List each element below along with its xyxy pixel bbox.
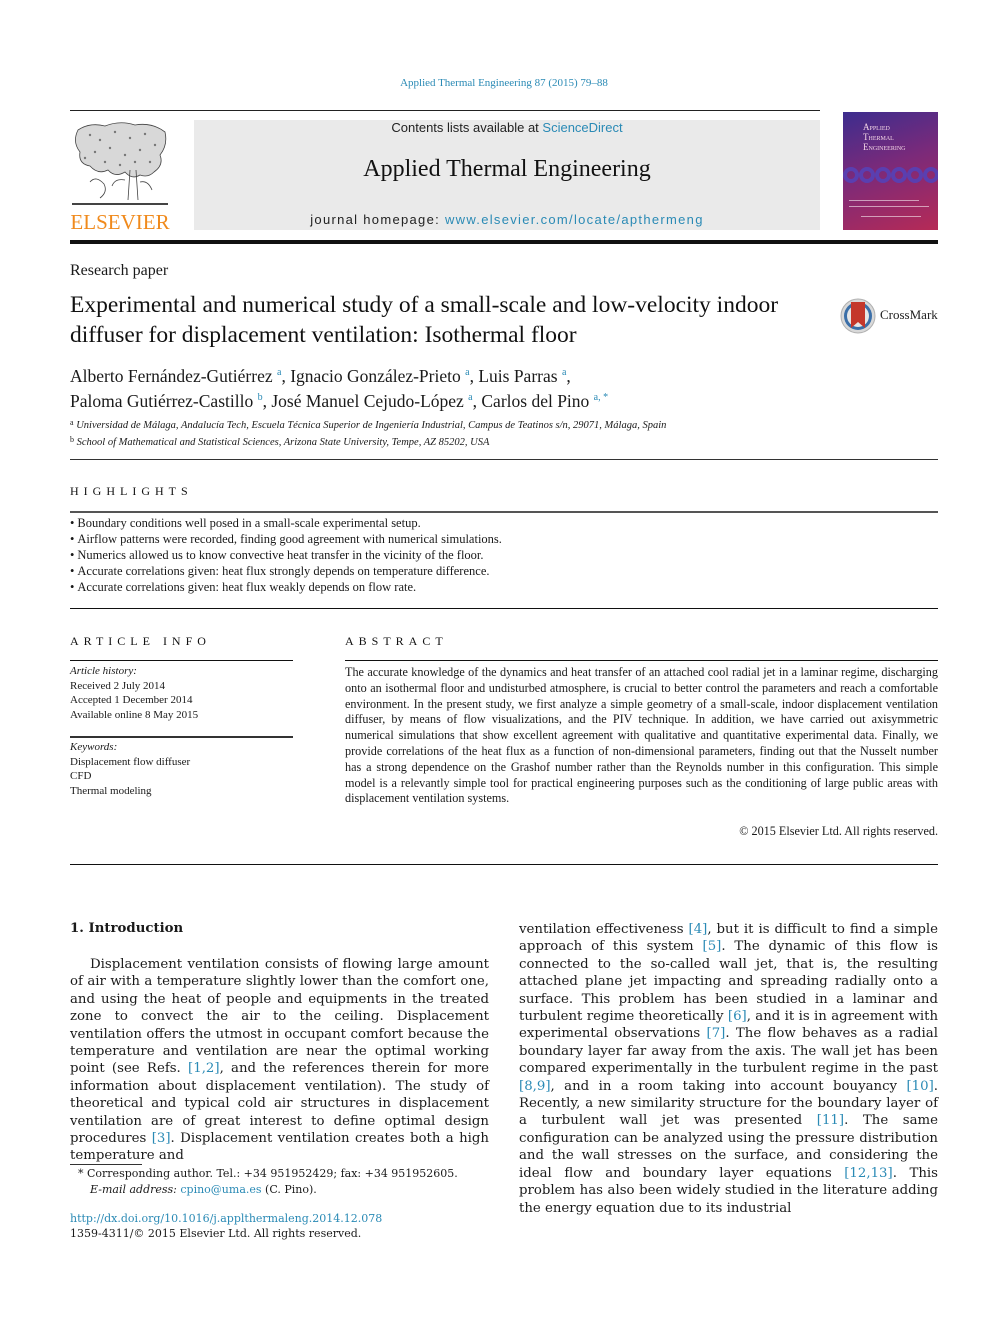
author-name[interactable]: Ignacio González-Prieto xyxy=(290,366,461,386)
journal-cover-image[interactable]: Applied Thermal Engineering xyxy=(843,112,938,230)
citation-ref-link[interactable]: [12,13] xyxy=(844,1166,892,1181)
sciencedirect-link[interactable]: ScienceDirect xyxy=(542,120,622,135)
citation-ref-link[interactable]: [7] xyxy=(707,1026,726,1041)
footnote-rule xyxy=(70,1164,142,1165)
homepage-link[interactable]: www.elsevier.com/locate/apthermeng xyxy=(445,212,704,227)
citation-ref-link[interactable]: [5] xyxy=(703,939,722,954)
author-separator: , xyxy=(566,366,571,386)
citation-ref-link[interactable]: [10] xyxy=(906,1079,933,1094)
history-label: Article history: xyxy=(70,665,137,677)
cover-decoration-icon xyxy=(843,167,938,183)
highlight-item: Accurate correlations given: heat flux s… xyxy=(70,563,930,579)
affiliation-item: a Universidad de Málaga, Andalucía Tech,… xyxy=(70,416,930,433)
highlight-item: Airflow patterns were recorded, finding … xyxy=(70,531,930,547)
email-link[interactable]: cpino@uma.es xyxy=(180,1183,261,1196)
author-name[interactable]: Paloma Gutiérrez-Castillo xyxy=(70,391,253,411)
keyword: Displacement flow diffuser xyxy=(70,755,191,768)
divider xyxy=(70,864,938,865)
accepted-date: Accepted 1 December 2014 xyxy=(70,694,193,706)
abstract-text: The accurate knowledge of the dynamics a… xyxy=(345,665,938,806)
divider xyxy=(70,511,938,513)
corresponding-text: Corresponding author. Tel.: +34 95195242… xyxy=(87,1167,458,1180)
elsevier-wordmark: ELSEVIER xyxy=(70,210,170,234)
cover-title-line: Applied xyxy=(863,122,890,132)
cover-title-line: Engineering xyxy=(863,142,906,152)
issn-copyright: 1359-4311/© 2015 Elsevier Ltd. All right… xyxy=(70,1227,362,1240)
homepage-prefix: journal homepage: xyxy=(310,212,445,227)
doi-link[interactable]: http://dx.doi.org/10.1016/j.applthermale… xyxy=(70,1211,382,1226)
highlight-item: Accurate correlations given: heat flux w… xyxy=(70,579,930,595)
abstract-heading: ABSTRACT xyxy=(345,634,448,648)
highlights-heading: HIGHLIGHTS xyxy=(70,484,193,498)
citation-ref-link[interactable]: [11] xyxy=(817,1113,844,1128)
cover-text-line xyxy=(849,206,929,207)
cover-title-line: Thermal xyxy=(863,132,894,142)
email-label: E-mail address: xyxy=(90,1183,181,1196)
journal-homepage-line: journal homepage: www.elsevier.com/locat… xyxy=(194,212,820,227)
divider xyxy=(70,608,938,609)
crossmark-icon xyxy=(840,298,876,334)
email-line: E-mail address: cpino@uma.es (C. Pino). xyxy=(78,1182,498,1198)
author-list: Alberto Fernández-Gutiérrez a, Ignacio G… xyxy=(70,362,830,412)
contents-prefix: Contents lists available at xyxy=(391,120,543,135)
article-type: Research paper xyxy=(70,262,169,279)
citation-ref-link[interactable]: [3] xyxy=(152,1131,171,1146)
author-name[interactable]: Luis Parras xyxy=(478,366,557,386)
header-top-rule xyxy=(70,110,820,111)
crossmark-label: CrossMark xyxy=(880,307,938,322)
doi-block: http://dx.doi.org/10.1016/j.applthermale… xyxy=(70,1211,382,1241)
keywords: Keywords: Displacement flow diffuser CFD… xyxy=(70,740,293,798)
author-separator: , xyxy=(281,366,291,386)
section-heading-introduction: 1. Introduction xyxy=(70,921,184,936)
highlights-list: Boundary conditions well posed in a smal… xyxy=(70,515,930,595)
cover-text-line xyxy=(849,200,919,201)
divider xyxy=(70,660,293,661)
author-name[interactable]: Carlos del Pino xyxy=(481,391,589,411)
citation-ref-link[interactable]: [8,9] xyxy=(519,1079,551,1094)
affiliation-mark: a xyxy=(70,418,74,427)
body-text: ventilation effectiveness xyxy=(519,922,689,937)
affiliation-text: School of Mathematical and Statistical S… xyxy=(76,437,490,448)
affiliation-mark[interactable]: a, * xyxy=(594,392,608,403)
keyword: Thermal modeling xyxy=(70,784,152,797)
received-date: Received 2 July 2014 xyxy=(70,679,166,692)
body-text: , and in a room taking into account bouy… xyxy=(550,1078,907,1094)
author-name[interactable]: José Manuel Cejudo-López xyxy=(271,391,463,411)
keywords-label: Keywords: xyxy=(70,741,118,753)
crossmark-button[interactable]: CrossMark xyxy=(840,296,940,336)
cover-title: Applied Thermal Engineering xyxy=(863,122,906,152)
header-thick-rule xyxy=(70,240,938,244)
affiliation-text: Universidad de Málaga, Andalucía Tech, E… xyxy=(76,420,667,431)
email-suffix: (C. Pino). xyxy=(261,1183,317,1196)
affiliation-mark: b xyxy=(70,435,74,444)
citation-ref-link[interactable]: [6] xyxy=(728,1009,747,1024)
available-date: Available online 8 May 2015 xyxy=(70,708,199,721)
article-info-heading: ARTICLE INFO xyxy=(70,634,211,648)
citation-ref-link[interactable]: [4] xyxy=(689,922,708,937)
highlight-item: Boundary conditions well posed in a smal… xyxy=(70,515,930,531)
footnote-star: * xyxy=(78,1167,84,1180)
abstract-copyright: © 2015 Elsevier Ltd. All rights reserved… xyxy=(739,824,938,838)
citation-ref-link[interactable]: [1,2] xyxy=(188,1061,220,1076)
article-title: Experimental and numerical study of a sm… xyxy=(70,292,779,348)
corresponding-author-note: * Corresponding author. Tel.: +34 951952… xyxy=(78,1166,498,1182)
article-history: Article history: Received 2 July 2014 Ac… xyxy=(70,664,293,722)
journal-citation-link[interactable]: Applied Thermal Engineering 87 (2015) 79… xyxy=(0,77,992,89)
affiliation-item: b School of Mathematical and Statistical… xyxy=(70,433,930,450)
affiliations: a Universidad de Málaga, Andalucía Tech,… xyxy=(70,416,930,450)
divider xyxy=(70,736,293,738)
divider xyxy=(345,660,938,661)
footnote: * Corresponding author. Tel.: +34 951952… xyxy=(78,1166,498,1198)
body-column-left: Displacement ventilation consists of flo… xyxy=(70,956,489,1165)
cover-text-line xyxy=(861,216,921,217)
author-name[interactable]: Alberto Fernández-Gutiérrez xyxy=(70,366,273,386)
body-column-right: ventilation effectiveness [4], but it is… xyxy=(519,921,938,1217)
body-text: Displacement ventilation consists of flo… xyxy=(70,957,489,1077)
journal-name: Applied Thermal Engineering xyxy=(363,156,651,182)
highlight-item: Numerics allowed us to know convective h… xyxy=(70,547,930,563)
contents-line: Contents lists available at ScienceDirec… xyxy=(194,120,820,135)
keyword: CFD xyxy=(70,770,92,782)
divider xyxy=(70,459,938,460)
